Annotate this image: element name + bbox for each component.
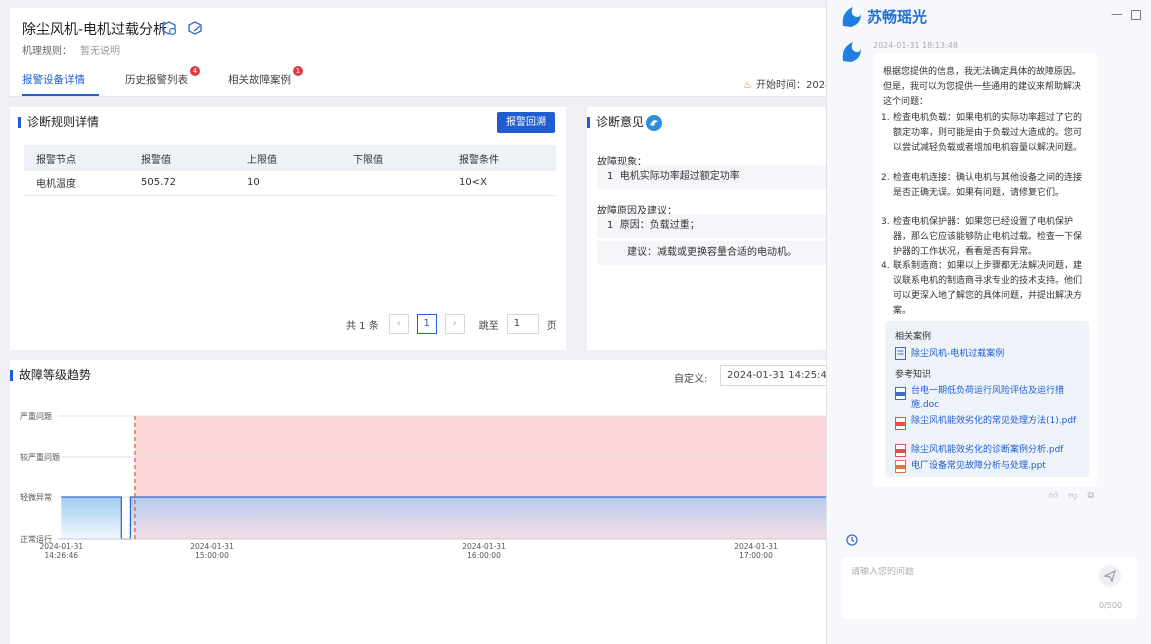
knowledge-link[interactable]: 台电一期低负荷运行风险评估及运行措施.doc bbox=[911, 384, 1087, 412]
x-tick-time: 15:00:00 bbox=[195, 551, 229, 560]
char-count: 0/500 bbox=[1099, 601, 1123, 610]
references-box: 相关案例 除尘风机-电机过载案例 参考知识 台电一期低负荷运行风险评估及运行措施… bbox=[885, 321, 1089, 477]
brand-logo-icon bbox=[842, 7, 861, 27]
related-case-link[interactable]: 除尘风机-电机过载案例 bbox=[911, 347, 1087, 361]
knowledge-label: 参考知识 bbox=[895, 370, 932, 380]
x-tick-date: 2024-01-31 bbox=[734, 542, 778, 551]
share-icon[interactable] bbox=[186, 19, 204, 37]
bot-message: 根据您提供的信息，我无法确定具体的故障原因。但是，我可以为您提供一些通用的建议来… bbox=[873, 53, 1097, 487]
table-cell: 10<X bbox=[447, 171, 556, 196]
total-count: 共 1 条 bbox=[346, 320, 379, 332]
area-fill-after-alarm bbox=[134, 497, 840, 539]
doc-file-icon bbox=[895, 387, 906, 400]
x-tick-date: 2024-01-31 bbox=[190, 542, 234, 551]
column-header: 下限值 bbox=[341, 145, 447, 171]
tab-bar: 报警设备详情 历史报警列表 4 相关故障案例 1 bbox=[22, 66, 331, 96]
prev-page-button[interactable]: ‹ bbox=[388, 314, 409, 334]
alarm-replay-button[interactable]: 报警回溯 bbox=[497, 112, 555, 133]
ai-assistant-panel: 苏畅瑶光 — 2024-01-31 18:13:48 根据您提供的信息，我无法确… bbox=[826, 0, 1151, 644]
divider bbox=[10, 96, 840, 97]
message-timestamp: 2024-01-31 18:13:48 bbox=[873, 41, 958, 50]
trend-chart: 正常运行轻微异常较严重问题严重问题2024-01-3114:26:462024-… bbox=[20, 411, 840, 560]
list-item: 1. 检查电机负载：如果电机的实际功率超过了它的额定功率，则可能是由于负载过大造成… bbox=[881, 113, 1083, 153]
related-cases-label: 相关案例 bbox=[895, 332, 932, 342]
bot-avatar-icon bbox=[842, 42, 861, 62]
rules-table: 报警节点 报警值 上限值 下限值 报警条件 电机温度 505.72 10 10<… bbox=[24, 145, 556, 196]
message-intro: 根据您提供的信息，我无法确定具体的故障原因。但是，我可以为您提供一些通用的建议来… bbox=[883, 67, 1082, 107]
advice-item: 建议：减载或更换容量合适的电动机。 bbox=[597, 241, 830, 265]
knowledge-link[interactable]: 电厂设备常见故障分析与处理.ppt bbox=[911, 459, 1087, 473]
table-cell: 505.72 bbox=[129, 171, 235, 196]
thumbs-down-icon[interactable]: 👎︎ bbox=[1068, 491, 1077, 501]
x-tick-date: 2024-01-31 bbox=[462, 542, 506, 551]
tab-alarm-device-detail[interactable]: 报警设备详情 bbox=[22, 72, 99, 96]
knowledge-link[interactable]: 除尘风机能效劣化的诊断案例分析.pdf bbox=[911, 443, 1087, 457]
chat-input[interactable] bbox=[851, 567, 1081, 577]
alarm-bell-icon: ♨ bbox=[743, 80, 752, 91]
send-icon[interactable] bbox=[1099, 565, 1121, 587]
mechanism-rule: 机理规则： 暂无说明 bbox=[22, 42, 120, 57]
y-tick-label: 轻微异常 bbox=[20, 492, 52, 502]
x-tick-time: 14:26:46 bbox=[44, 551, 78, 560]
cause-item: 1 原因：负载过重； bbox=[597, 214, 830, 238]
rule-label: 机理规则： bbox=[22, 46, 72, 57]
thumbs-up-icon[interactable]: 👍︎ bbox=[1049, 491, 1058, 501]
page-header: 除尘风机-电机过载分析 机理规则： 暂无说明 报警设备详情 历史报警列表 4 相关故… bbox=[10, 8, 842, 97]
column-header: 上限值 bbox=[235, 145, 341, 171]
goto-page-input[interactable]: 1 bbox=[506, 314, 539, 334]
table-cell: 电机温度 bbox=[24, 171, 129, 196]
x-tick-date: 2024-01-31 bbox=[40, 542, 84, 551]
diagnosis-rules-panel: 诊断规则详情 报警回溯 报警节点 报警值 上限值 下限值 报警条件 电机温度 5… bbox=[10, 107, 566, 350]
knowledge-link[interactable]: 除尘风机能效劣化的常见处理方法(1).pdf bbox=[911, 414, 1087, 428]
start-time: ♨ 开始时间：2024 bbox=[743, 80, 832, 91]
x-tick-time: 16:00:00 bbox=[467, 551, 501, 560]
rule-value: 暂无说明 bbox=[80, 46, 120, 57]
fault-level-trend-panel: 故障等级趋势 自定义: 2024-01-31 14:25:46 - 2 正常运行… bbox=[10, 360, 840, 644]
page-unit: 页 bbox=[546, 320, 557, 332]
list-item: 3. 检查电机保护器：如果您已经设置了电机保护器，那么它应该能够防止电机过载。检查… bbox=[881, 217, 1083, 257]
rules-panel-title: 诊断规则详情 bbox=[18, 116, 99, 128]
tab-history-alarm-list[interactable]: 历史报警列表 4 bbox=[125, 66, 202, 96]
ppt-file-icon bbox=[895, 460, 906, 473]
assistant-avatar-icon[interactable] bbox=[645, 114, 663, 132]
message-feedback: 👍︎ 👎︎ ⧉ bbox=[1049, 491, 1094, 501]
table-cell: 10 bbox=[235, 171, 341, 196]
pdf-file-icon bbox=[895, 444, 906, 457]
table-cell bbox=[341, 171, 447, 196]
copy-icon[interactable]: ⧉ bbox=[1088, 491, 1094, 501]
y-tick-label: 较严重问题 bbox=[20, 452, 60, 462]
diagnosis-opinion-panel: 诊断意见 故障现象： 1 电机实际功率超过额定功率 故障原因及建议： 1 原因：… bbox=[587, 107, 830, 350]
maximize-button[interactable] bbox=[1131, 10, 1141, 20]
list-item: 4. 联系制造商：如果以上步骤都无法解决问题，建议联系电机的制造商寻求专业的技术支… bbox=[881, 261, 1083, 316]
device-settings-icon[interactable] bbox=[160, 19, 178, 37]
pagination: 共 1 条 ‹ 1 › 跳至 1 页 bbox=[346, 314, 557, 334]
y-tick-label: 严重问题 bbox=[20, 411, 52, 421]
minimize-button[interactable]: — bbox=[1111, 7, 1123, 21]
page-title: 除尘风机-电机过载分析 bbox=[22, 22, 168, 38]
chat-input-box: 0/500 bbox=[841, 557, 1137, 619]
x-tick-time: 17:00:00 bbox=[739, 551, 773, 560]
case-doc-icon bbox=[895, 347, 906, 360]
column-header: 报警值 bbox=[129, 145, 235, 171]
cases-count-badge: 1 bbox=[293, 66, 303, 76]
symptom-item: 1 电机实际功率超过额定功率 bbox=[597, 165, 830, 189]
history-count-badge: 4 bbox=[190, 66, 200, 76]
goto-label: 跳至 bbox=[478, 320, 499, 332]
tab-related-fault-cases[interactable]: 相关故障案例 1 bbox=[228, 66, 305, 96]
table-row: 电机温度 505.72 10 10<X bbox=[24, 171, 556, 196]
current-page-button[interactable]: 1 bbox=[416, 314, 437, 334]
column-header: 报警节点 bbox=[24, 145, 129, 171]
next-page-button[interactable]: › bbox=[444, 314, 465, 334]
table-header-row: 报警节点 报警值 上限值 下限值 报警条件 bbox=[24, 145, 556, 171]
column-header: 报警条件 bbox=[447, 145, 556, 171]
history-icon[interactable] bbox=[845, 533, 859, 547]
list-item: 2. 检查电机连接：确认电机与其他设备之间的连接是否正确无误。如果有问题，请修复它… bbox=[881, 173, 1083, 198]
opinion-panel-title: 诊断意见 bbox=[587, 116, 644, 128]
brand-name: 苏畅瑶光 bbox=[867, 8, 928, 26]
pdf-file-icon bbox=[895, 417, 906, 430]
